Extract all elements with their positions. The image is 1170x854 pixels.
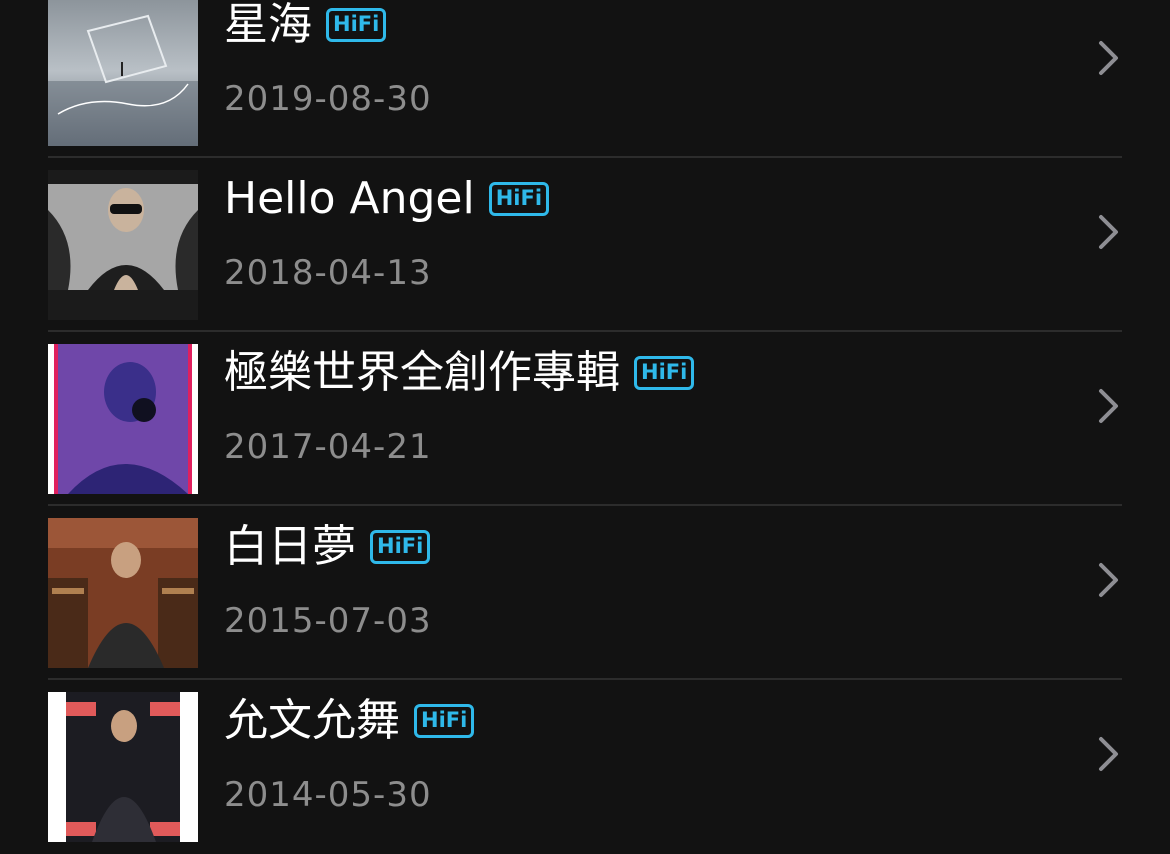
- album-title: Hello Angel: [224, 173, 475, 224]
- daydream-cover-art: [48, 518, 198, 668]
- hifi-badge: HiFi: [634, 356, 695, 390]
- album-title: 允文允舞: [224, 695, 400, 746]
- album-title: 白日夢: [224, 521, 356, 572]
- album-title: 極樂世界全創作專輯: [224, 347, 620, 398]
- chevron-right-icon[interactable]: [1098, 388, 1120, 424]
- album-cover: [48, 692, 198, 842]
- hifi-badge: HiFi: [370, 530, 431, 564]
- chevron-right-icon[interactable]: [1098, 562, 1120, 598]
- starsea-cover-art: [48, 0, 198, 146]
- release-date: 2017-04-21: [224, 427, 432, 467]
- chevron-right-icon[interactable]: [1098, 40, 1120, 76]
- album-title-line: 極樂世界全創作專輯 HiFi: [224, 346, 695, 400]
- hifi-badge: HiFi: [488, 182, 550, 216]
- release-date: 2015-07-03: [224, 601, 432, 641]
- album-title-line: Hello Angel HiFi: [224, 172, 550, 226]
- yunwen-yunwu-cover-art: [48, 692, 198, 842]
- album-row[interactable]: 允文允舞 HiFi 2014-05-30: [0, 680, 1170, 854]
- album-row[interactable]: 星海 HiFi 2019-08-30: [0, 0, 1170, 158]
- album-title-line: 星海 HiFi: [224, 0, 387, 52]
- album-cover: [48, 518, 198, 668]
- hifi-badge: HiFi: [414, 704, 475, 738]
- album-row[interactable]: 白日夢 HiFi 2015-07-03: [0, 506, 1170, 680]
- hifi-badge: HiFi: [326, 8, 387, 42]
- chevron-right-icon[interactable]: [1098, 736, 1120, 772]
- album-title-line: 允文允舞 HiFi: [224, 694, 475, 748]
- hello-angel-cover-art: [48, 170, 198, 320]
- album-title-line: 白日夢 HiFi: [224, 520, 431, 574]
- release-date: 2019-08-30: [224, 79, 432, 119]
- album-cover: [48, 170, 198, 320]
- album-row[interactable]: 極樂世界全創作專輯 HiFi 2017-04-21: [0, 332, 1170, 506]
- album-row[interactable]: Hello Angel HiFi 2018-04-13: [0, 158, 1170, 332]
- chevron-right-icon[interactable]: [1098, 214, 1120, 250]
- paradise-cover-art: [48, 344, 198, 494]
- album-list: 星海 HiFi 2019-08-30 Hello Angel HiFi 2018…: [0, 0, 1170, 842]
- album-cover: [48, 344, 198, 494]
- release-date: 2014-05-30: [224, 775, 432, 815]
- album-title: 星海: [224, 0, 312, 50]
- release-date: 2018-04-13: [224, 253, 432, 293]
- album-cover: [48, 0, 198, 146]
